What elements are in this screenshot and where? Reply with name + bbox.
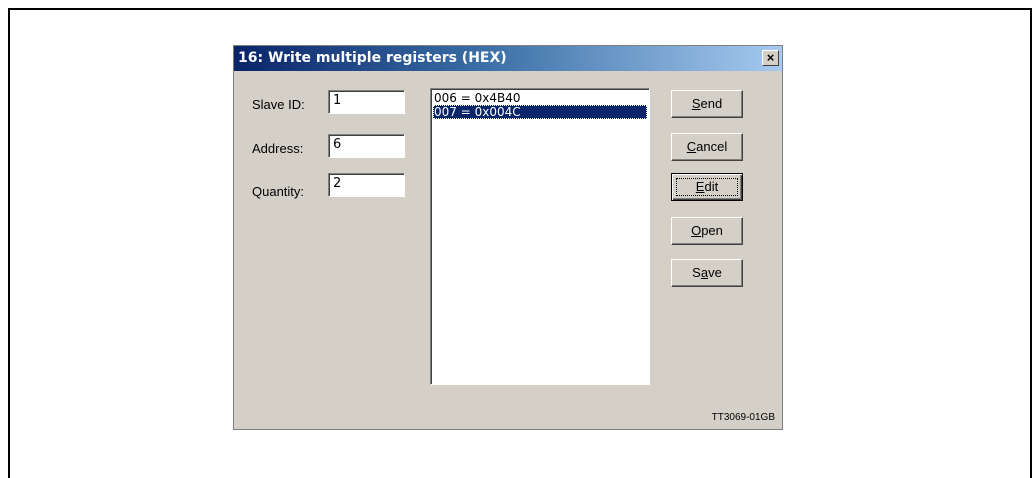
list-item[interactable]: 006 = 0x4B40 xyxy=(433,91,647,105)
list-item-selected[interactable]: 007 = 0x004C xyxy=(433,105,647,119)
address-label: Address: xyxy=(252,141,304,156)
close-icon: × xyxy=(766,50,775,65)
cancel-button[interactable]: Cancel xyxy=(671,133,743,161)
figure-id-label: TT3069-01GB xyxy=(711,412,775,423)
send-button[interactable]: Send xyxy=(671,90,743,118)
save-button[interactable]: Save xyxy=(671,259,743,287)
quantity-input[interactable]: 2 xyxy=(328,173,405,197)
edit-button[interactable]: Edit xyxy=(671,173,743,201)
register-list[interactable]: 006 = 0x4B40 007 = 0x004C xyxy=(430,88,650,385)
address-input[interactable]: 6 xyxy=(328,134,405,158)
open-button[interactable]: Open xyxy=(671,217,743,245)
write-registers-dialog: 16: Write multiple registers (HEX) × Sla… xyxy=(233,45,783,430)
quantity-label: Quantity: xyxy=(252,184,305,199)
slave-id-label: Slave ID: xyxy=(252,97,305,112)
slave-id-input[interactable]: 1 xyxy=(328,90,405,114)
close-button[interactable]: × xyxy=(762,50,779,66)
dialog-title: 16: Write multiple registers (HEX) xyxy=(238,50,507,66)
title-bar[interactable]: 16: Write multiple registers (HEX) × xyxy=(234,46,782,71)
